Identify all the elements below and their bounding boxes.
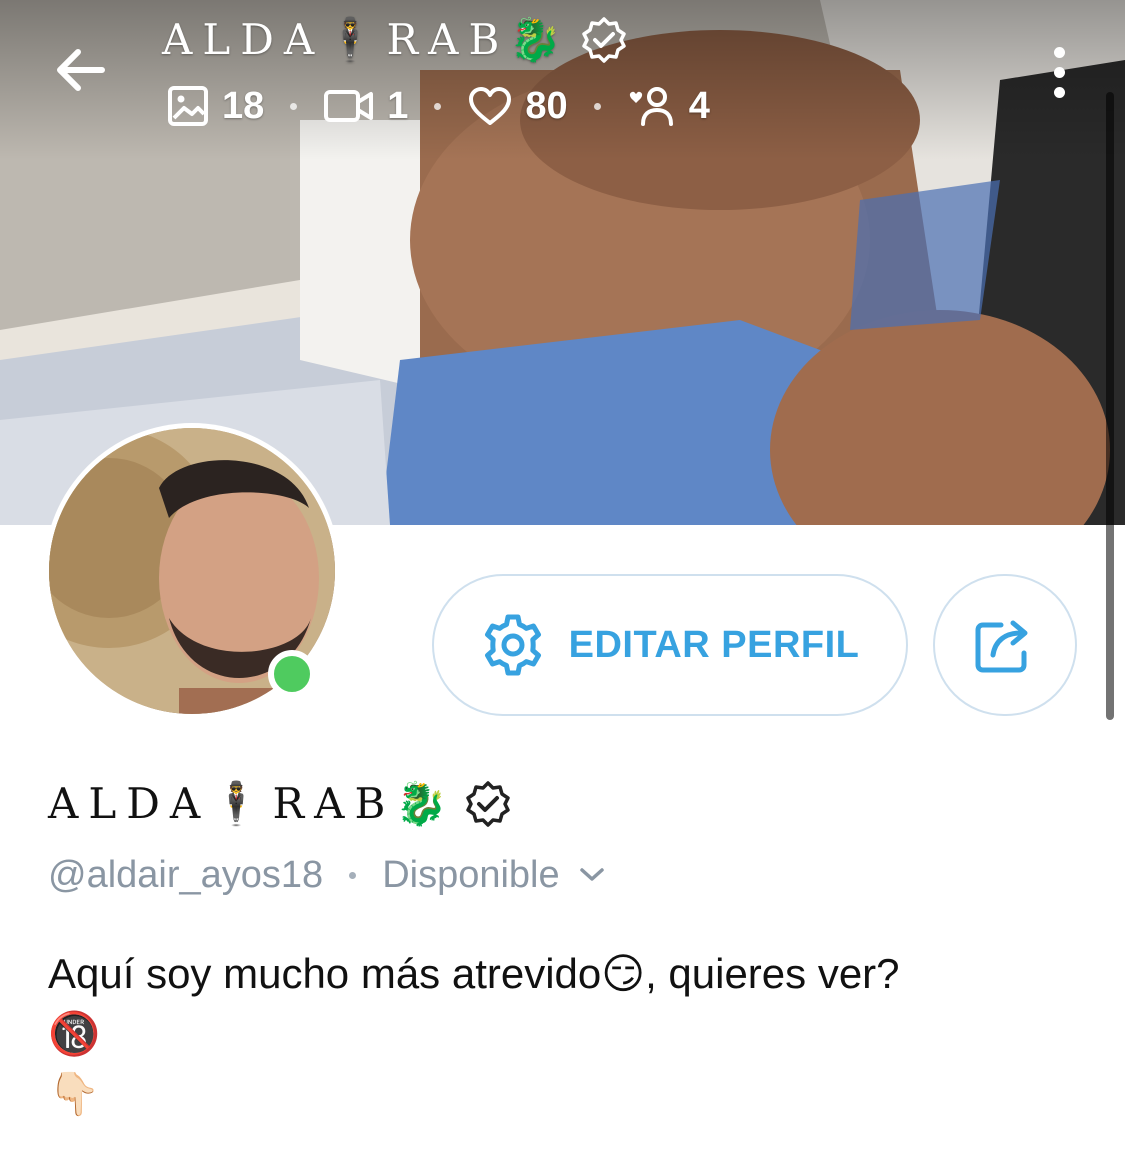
header-title: ALDA🕴RAB🐉 (162, 8, 628, 72)
verified-badge-icon (465, 781, 510, 827)
bio-emoji-smirk: 😏 (601, 949, 646, 998)
back-button[interactable] (48, 38, 112, 102)
gear-icon (484, 614, 541, 676)
header-title-text: ALDA🕴RAB🐉 (162, 15, 572, 64)
bio-line-2: 🔞 (48, 1009, 101, 1058)
separator-dot (290, 102, 298, 110)
bio-line-1: Aquí soy mucho más atrevido😏, quieres ve… (48, 944, 1068, 1004)
verified-badge-icon (581, 17, 626, 63)
profile-display-name: ALDA🕴RAB🐉 (48, 772, 512, 836)
stat-videos-count: 1 (387, 84, 409, 127)
bio-text-part-2: , quieres ver? (645, 950, 900, 997)
edit-profile-button[interactable]: EDITAR PERFIL (432, 574, 908, 716)
bio-line-3: 👇🏻 (48, 1069, 101, 1118)
chevron-down-icon (579, 868, 604, 881)
stat-likes-count: 80 (525, 84, 568, 127)
stat-photos[interactable]: 18 (166, 84, 264, 128)
more-vertical-icon-dot (1053, 46, 1065, 58)
header-stats: 18 1 80 4 (166, 80, 710, 132)
display-name-text: ALDA🕴RAB🐉 (48, 779, 458, 828)
online-status-indicator (268, 650, 316, 698)
more-options-button[interactable] (1036, 40, 1082, 104)
handle-row: @aldair_ayos18 Disponible (48, 850, 606, 900)
profile-handle: @aldair_ayos18 (48, 853, 324, 896)
fans-icon (629, 87, 673, 126)
separator-dot (434, 102, 442, 110)
video-icon (324, 90, 374, 122)
more-vertical-icon-dot (1053, 66, 1065, 78)
profile-bio: Aquí soy mucho más atrevido😏, quieres ve… (48, 944, 1068, 1124)
stat-likes[interactable]: 80 (467, 84, 568, 128)
status-dropdown[interactable]: Disponible (382, 854, 605, 897)
stat-photos-count: 18 (222, 84, 265, 127)
more-vertical-icon-dot (1053, 86, 1065, 98)
separator-dot (593, 102, 601, 110)
arrow-left-icon (57, 49, 105, 91)
stat-subscribers[interactable]: 4 (627, 84, 710, 128)
scrollbar[interactable] (1106, 92, 1114, 720)
share-button[interactable] (933, 574, 1077, 716)
image-icon (168, 86, 208, 126)
stat-videos[interactable]: 1 (323, 85, 408, 128)
edit-profile-label: EDITAR PERFIL (568, 623, 860, 666)
heart-icon (469, 87, 512, 125)
share-icon (975, 620, 1028, 673)
bio-text-part-1: Aquí soy mucho más atrevido (48, 950, 602, 997)
stat-subscribers-count: 4 (688, 84, 710, 127)
separator-dot (349, 871, 357, 879)
status-label: Disponible (382, 853, 560, 896)
